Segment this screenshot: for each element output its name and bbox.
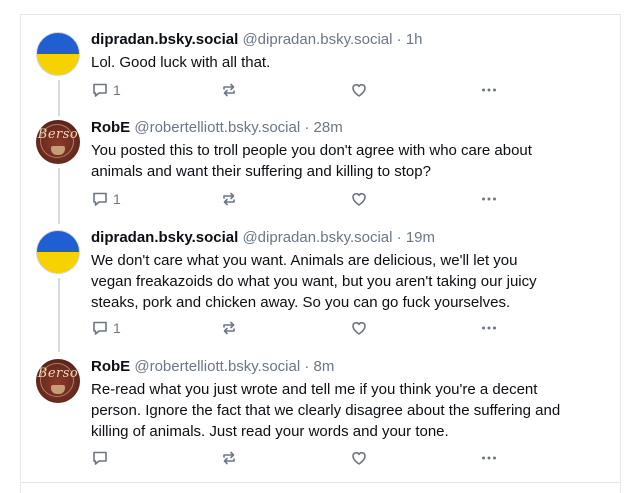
author-name[interactable]: RobE xyxy=(91,358,130,375)
ellipsis-icon xyxy=(480,319,498,337)
like-button[interactable] xyxy=(350,189,368,209)
post[interactable]: dipradan.bsky.social @dipradan.bsky.soci… xyxy=(20,30,621,108)
repost-button[interactable] xyxy=(220,448,238,468)
speech-bubble-icon xyxy=(91,190,109,208)
reply-count: 1 xyxy=(113,82,121,98)
heart-icon xyxy=(350,190,368,208)
post-text-line: vegan freakazoids do what you want, but … xyxy=(91,273,537,290)
more-options-button[interactable] xyxy=(480,318,498,338)
divider xyxy=(20,482,621,483)
repost-button[interactable] xyxy=(220,189,238,209)
post-text-line: killing of animals. Just read your words… xyxy=(91,423,449,440)
author-name[interactable]: RobE xyxy=(91,119,130,136)
like-button[interactable] xyxy=(350,448,368,468)
post-text-line: animals and want their suffering and kil… xyxy=(91,163,431,180)
repost-arrows-icon xyxy=(220,81,238,99)
post[interactable]: Berso RobE @robertelliott.bsky.social · … xyxy=(20,118,621,216)
post-text-line: We don't care what you want. Animals are… xyxy=(91,252,518,269)
author-handle[interactable]: @robertelliott.bsky.social xyxy=(134,358,300,375)
avatar[interactable]: Berso xyxy=(36,359,80,403)
avatar[interactable] xyxy=(36,32,80,76)
post[interactable]: Berso RobE @robertelliott.bsky.social · … xyxy=(20,357,621,475)
speech-bubble-icon xyxy=(91,81,109,99)
speech-bubble-icon xyxy=(91,449,109,467)
reply-count: 1 xyxy=(113,191,121,207)
reply-button[interactable]: 1 xyxy=(91,80,121,100)
heart-icon xyxy=(350,81,368,99)
repost-arrows-icon xyxy=(220,319,238,337)
post-text-line: steaks, pork and chicken away. So you ca… xyxy=(91,294,511,311)
post-text: You posted this to troll people you don'… xyxy=(91,140,601,182)
ellipsis-icon xyxy=(480,190,498,208)
reply-button[interactable]: 1 xyxy=(91,318,121,338)
post-text-line: Lol. Good luck with all that. xyxy=(91,54,271,71)
post-time[interactable]: 8m xyxy=(314,358,335,375)
avatar-logo-text: Berso xyxy=(37,127,79,142)
author-handle[interactable]: @robertelliott.bsky.social xyxy=(134,119,300,136)
heart-icon xyxy=(350,449,368,467)
post-text-line: person. Ignore the fact that we clearly … xyxy=(91,402,561,419)
post-text: Lol. Good luck with all that. xyxy=(91,52,601,73)
heart-icon xyxy=(350,319,368,337)
post-text-line: You posted this to troll people you don'… xyxy=(91,142,532,159)
author-name[interactable]: dipradan.bsky.social xyxy=(91,229,238,246)
reply-button[interactable] xyxy=(91,448,113,468)
post-text: We don't care what you want. Animals are… xyxy=(91,250,601,313)
repost-arrows-icon xyxy=(220,449,238,467)
reply-count: 1 xyxy=(113,320,121,336)
avatar[interactable] xyxy=(36,230,80,274)
author-handle[interactable]: @dipradan.bsky.social xyxy=(242,31,392,48)
author-name[interactable]: dipradan.bsky.social xyxy=(91,31,238,48)
ellipsis-icon xyxy=(480,81,498,99)
more-options-button[interactable] xyxy=(480,448,498,468)
post-text: Re-read what you just wrote and tell me … xyxy=(91,379,601,442)
avatar[interactable]: Berso xyxy=(36,120,80,164)
more-options-button[interactable] xyxy=(480,189,498,209)
separator: · xyxy=(396,229,402,246)
post-time[interactable]: 1h xyxy=(406,31,423,48)
post-time[interactable]: 19m xyxy=(406,229,435,246)
speech-bubble-icon xyxy=(91,319,109,337)
reply-button[interactable]: 1 xyxy=(91,189,121,209)
post-time[interactable]: 28m xyxy=(314,119,343,136)
repost-arrows-icon xyxy=(220,190,238,208)
separator: · xyxy=(304,119,310,136)
separator: · xyxy=(304,358,310,375)
repost-button[interactable] xyxy=(220,318,238,338)
ellipsis-icon xyxy=(480,449,498,467)
post-text-line: Re-read what you just wrote and tell me … xyxy=(91,381,538,398)
like-button[interactable] xyxy=(350,80,368,100)
like-button[interactable] xyxy=(350,318,368,338)
post[interactable]: dipradan.bsky.social @dipradan.bsky.soci… xyxy=(20,228,621,346)
repost-button[interactable] xyxy=(220,80,238,100)
more-options-button[interactable] xyxy=(480,80,498,100)
author-handle[interactable]: @dipradan.bsky.social xyxy=(242,229,392,246)
avatar-logo-text: Berso xyxy=(37,366,79,381)
separator: · xyxy=(396,31,402,48)
